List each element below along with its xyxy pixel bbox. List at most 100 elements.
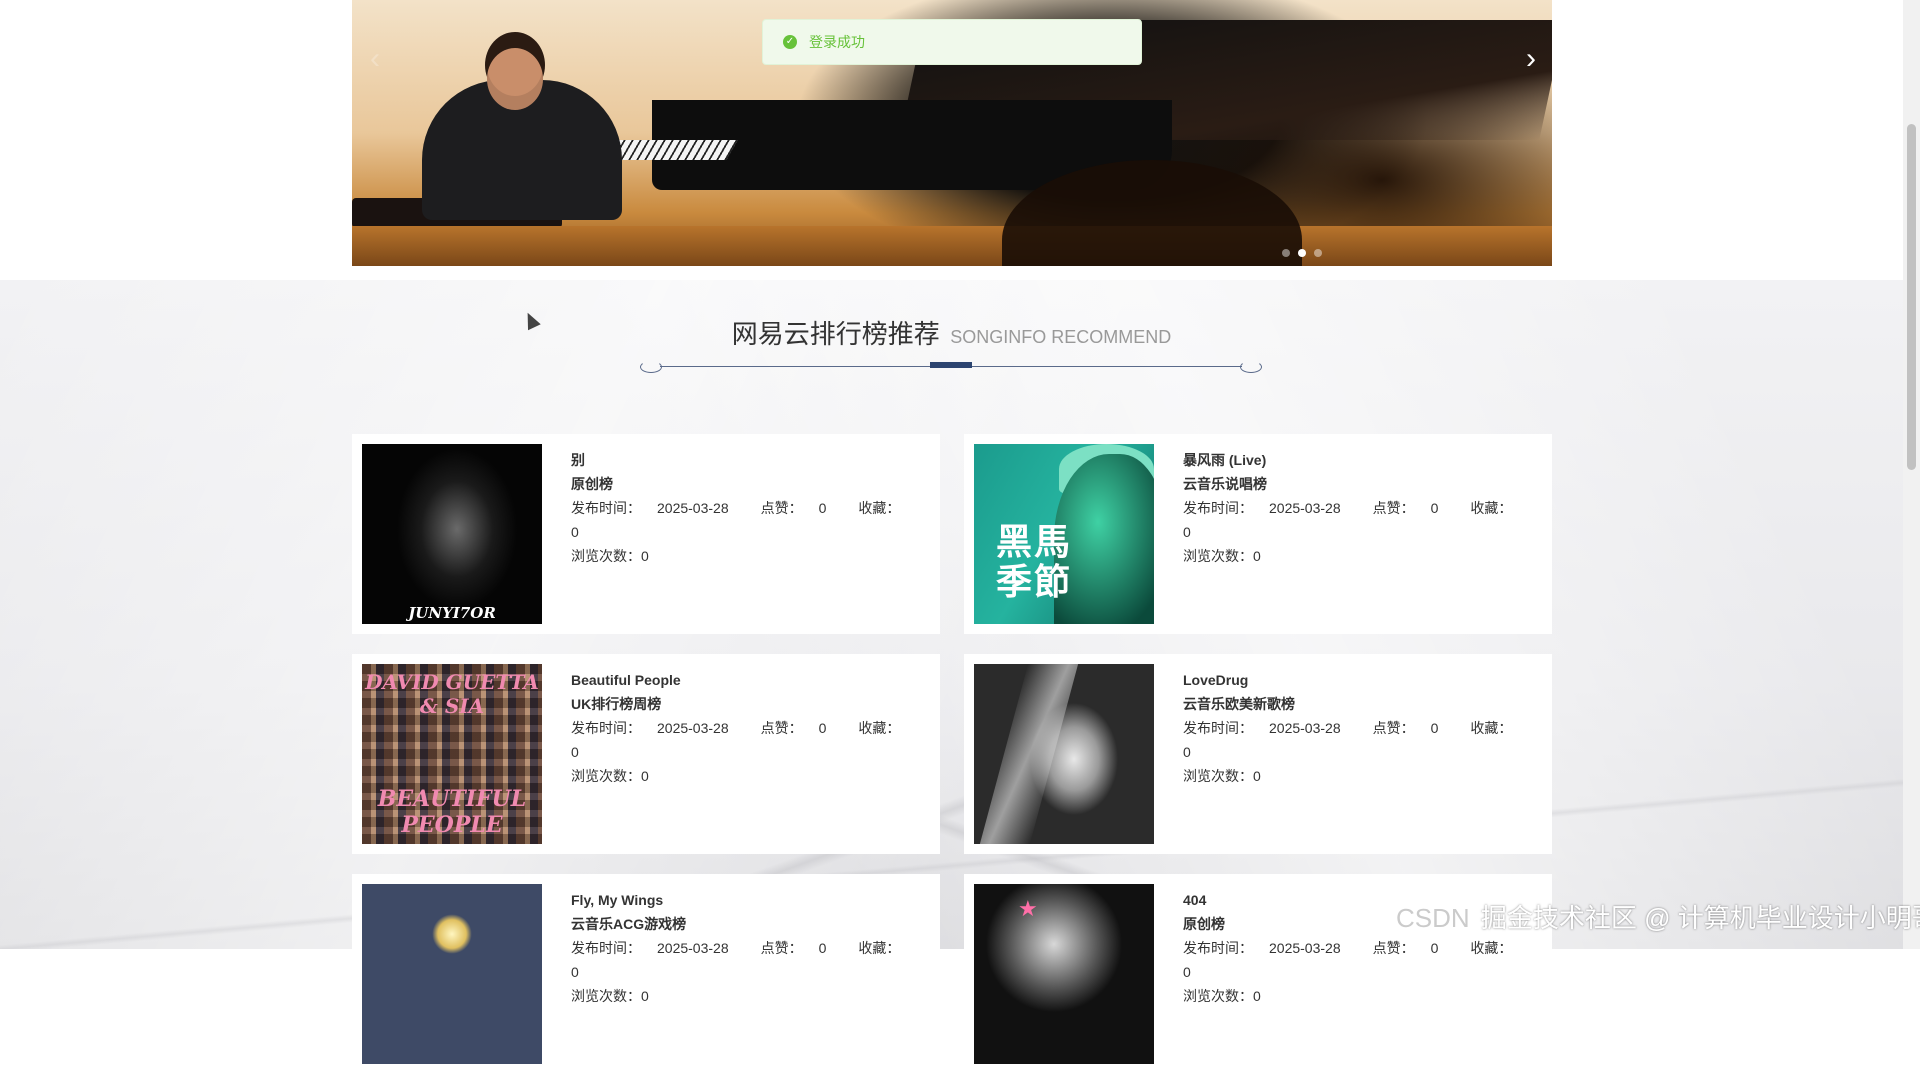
publish-label: 发布时间：	[1183, 720, 1253, 736]
favorites-label: 收藏：	[1470, 720, 1513, 736]
favorites-label: 收藏：	[1470, 500, 1513, 516]
publish-label: 发布时间：	[571, 720, 641, 736]
views-value: 0	[1253, 768, 1261, 784]
cover-title-text: 黑馬 季節	[996, 521, 1073, 602]
publish-value: 2025-03-28	[1269, 940, 1341, 956]
publish-label: 发布时间：	[571, 500, 641, 516]
song-card[interactable]: Fly, My Wings 云音乐ACG游戏榜 发布时间： 2025-03-28 点…	[352, 874, 940, 1074]
publish-value: 2025-03-28	[657, 500, 729, 516]
publish-value: 2025-03-28	[1269, 720, 1341, 736]
star-icon: ★	[1018, 896, 1038, 921]
banner-indicator[interactable]	[1282, 249, 1290, 257]
favorites-value: 0	[1183, 964, 1191, 980]
song-name[interactable]: Fly, My Wings	[571, 888, 930, 912]
song-cover-image[interactable]: ★	[974, 884, 1154, 1064]
song-name[interactable]: LoveDrug	[1183, 668, 1542, 692]
song-info: Fly, My Wings 云音乐ACG游戏榜 发布时间： 2025-03-28 点…	[571, 888, 930, 1008]
banner-indicator[interactable]	[1314, 249, 1322, 257]
song-chart: 云音乐ACG游戏榜	[571, 916, 687, 932]
likes: 点赞： 0	[761, 500, 843, 516]
publish-value: 2025-03-28	[1269, 500, 1341, 516]
song-cover-image[interactable]	[974, 664, 1154, 844]
views-label: 浏览次数：	[1183, 548, 1253, 564]
views: 浏览次数：0	[1183, 544, 1542, 568]
divider-ornament-right	[1240, 361, 1262, 373]
likes-label: 点赞：	[760, 720, 803, 736]
publish-label: 发布时间：	[1183, 500, 1253, 516]
song-chart: 云音乐欧美新歌榜	[1183, 696, 1295, 712]
song-meta: 发布时间： 2025-03-28 点赞： 0 收藏： 0	[571, 936, 930, 984]
song-meta: 发布时间： 2025-03-28 点赞： 0 收藏： 0	[571, 716, 930, 764]
favorites-value: 0	[1183, 524, 1191, 540]
song-card[interactable]: LoveDrug 云音乐欧美新歌榜 发布时间： 2025-03-28 点赞： 0 收藏：…	[964, 654, 1552, 854]
watermark-csdn: CSDN	[1396, 903, 1470, 933]
views-value: 0	[1253, 548, 1261, 564]
banner-indicator-active[interactable]	[1298, 249, 1306, 257]
song-cover-image[interactable]	[362, 884, 542, 1064]
likes-value: 0	[1430, 720, 1439, 736]
section-title-en: SONGINFO RECOMMEND	[950, 327, 1172, 347]
views-label: 浏览次数：	[1183, 768, 1253, 784]
song-info: Beautiful People UK排行榜周榜 发布时间： 2025-03-28…	[571, 668, 930, 788]
likes: 点赞： 0	[1373, 720, 1455, 736]
banner-next-arrow-icon[interactable]: ›	[1518, 44, 1544, 74]
banner-image-stage	[352, 226, 1552, 266]
banner-indicators	[1282, 249, 1322, 257]
publish-date: 发布时间： 2025-03-28	[571, 940, 745, 956]
cover-artist-text: DAVID GUETTA & SIA	[365, 670, 539, 718]
song-card[interactable]: 黑馬 季節 暴风雨 (Live) 云音乐说唱榜 发布时间： 2025-03-28 点…	[964, 434, 1552, 634]
favorites-value: 0	[571, 524, 579, 540]
divider-ornament-left	[640, 361, 662, 373]
section-divider	[640, 360, 1262, 374]
favorites-label: 收藏：	[858, 720, 901, 736]
favorites-label: 收藏：	[858, 500, 901, 516]
song-meta: 发布时间： 2025-03-28 点赞： 0 收藏： 0	[1183, 716, 1542, 764]
song-meta: 发布时间： 2025-03-28 点赞： 0 收藏： 0	[1183, 496, 1542, 544]
song-cover-image[interactable]: JUNYI7OR	[362, 444, 542, 624]
song-name[interactable]: Beautiful People	[571, 668, 930, 692]
banner-prev-arrow-icon[interactable]: ‹	[362, 44, 388, 74]
scrollbar-thumb[interactable]	[1907, 124, 1916, 470]
views: 浏览次数：0	[571, 764, 930, 788]
favorites-label: 收藏：	[1470, 940, 1513, 956]
song-cover-image[interactable]: DAVID GUETTA & SIA BEAUTIFUL PEOPLE	[362, 664, 542, 844]
views-value: 0	[641, 768, 649, 784]
favorites-value: 0	[571, 744, 579, 760]
likes: 点赞： 0	[1373, 940, 1455, 956]
song-info: 别 原创榜 发布时间： 2025-03-28 点赞： 0 收藏：0 浏览次数：0	[571, 448, 930, 568]
divider-accent	[930, 362, 972, 368]
favorites-value: 0	[571, 964, 579, 980]
song-name[interactable]: 暴风雨 (Live)	[1183, 448, 1542, 472]
views-value: 0	[641, 988, 649, 1004]
likes-label: 点赞：	[1372, 720, 1415, 736]
views: 浏览次数：0	[571, 984, 930, 1008]
publish-label: 发布时间：	[571, 940, 641, 956]
views-value: 0	[1253, 988, 1261, 1004]
views-value: 0	[641, 548, 649, 564]
publish-label: 发布时间：	[1183, 940, 1253, 956]
song-meta: 发布时间： 2025-03-28 点赞： 0 收藏： 0	[571, 496, 930, 544]
publish-date: 发布时间： 2025-03-28	[1183, 940, 1357, 956]
cover-art-glow	[432, 914, 472, 954]
song-cover-image[interactable]: 黑馬 季節	[974, 444, 1154, 624]
login-success-toast: ✓ 登录成功	[762, 19, 1142, 65]
publish-date: 发布时间： 2025-03-28	[571, 720, 745, 736]
views-label: 浏览次数：	[571, 988, 641, 1004]
likes-value: 0	[818, 500, 827, 516]
section-title-cn: 网易云排行榜推荐	[731, 319, 940, 349]
views: 浏览次数：0	[1183, 984, 1542, 1008]
song-info: LoveDrug 云音乐欧美新歌榜 发布时间： 2025-03-28 点赞： 0 收藏：…	[1183, 668, 1542, 788]
page-scrollbar[interactable]	[1903, 0, 1920, 949]
likes-value: 0	[1430, 500, 1439, 516]
views-label: 浏览次数：	[1183, 988, 1253, 1004]
likes: 点赞： 0	[761, 940, 843, 956]
section-heading: 网易云排行榜推荐 SONGINFO RECOMMEND	[0, 314, 1903, 351]
banner-image-keys	[606, 140, 738, 160]
song-name[interactable]: 别	[571, 448, 930, 472]
song-card[interactable]: JUNYI7OR 别 原创榜 发布时间： 2025-03-28 点赞： 0 收藏： 0 浏…	[352, 434, 940, 634]
watermark-text: 掘金技术社区 @ 计算机毕业设计小明哥	[1480, 903, 1920, 933]
likes: 点赞： 0	[1373, 500, 1455, 516]
song-chart: UK排行榜周榜	[571, 696, 662, 712]
watermark: CSDN 掘金技术社区 @ 计算机毕业设计小明哥	[1396, 898, 1920, 935]
song-card[interactable]: DAVID GUETTA & SIA BEAUTIFUL PEOPLE Beau…	[352, 654, 940, 854]
